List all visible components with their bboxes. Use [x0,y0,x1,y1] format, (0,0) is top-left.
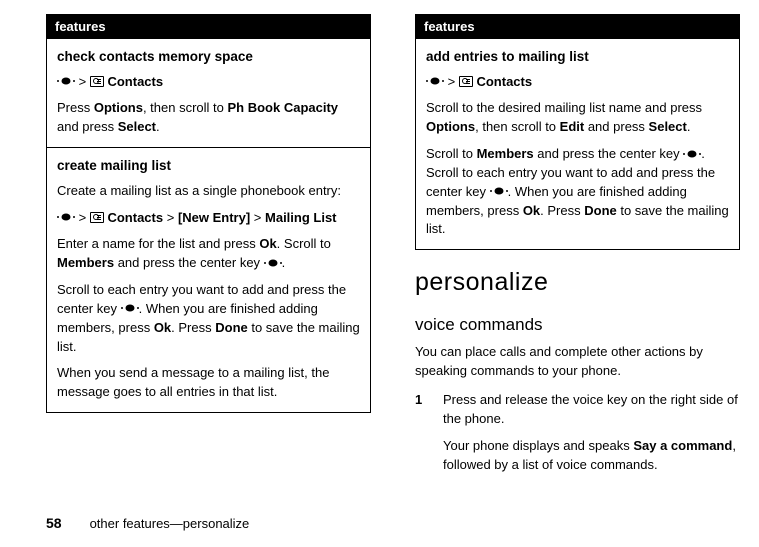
row-create-mailing-list: create mailing list Create a mailing lis… [47,147,370,412]
right-column: features add entries to mailing list > C… [415,14,740,515]
center-key-icon [57,76,75,86]
center-key-icon [121,303,139,313]
instruction-text: Scroll to each entry you want to add and… [57,281,360,356]
left-column: features check contacts memory space > C… [46,14,371,515]
subsection-heading: voice commands [415,315,740,335]
step-1: 1 Press and release the voice key on the… [415,391,740,474]
instruction-text: When you send a message to a mailing lis… [57,364,360,402]
instruction-text: Enter a name for the list and press Ok. … [57,235,360,273]
instruction-text: Scroll to the desired mailing list name … [426,99,729,137]
contacts-icon [459,76,473,87]
center-key-icon [490,186,508,196]
row-title: create mailing list [57,156,360,176]
intro-text: Create a mailing list as a single phoneb… [57,182,360,201]
row-title: add entries to mailing list [426,47,729,67]
step-number: 1 [415,391,443,474]
row-check-contacts-memory: check contacts memory space > Contacts P… [47,38,370,147]
nav-path: > Contacts > [New Entry] > Mailing List [57,209,360,228]
contacts-icon [90,76,104,87]
nav-path: > Contacts [426,73,729,92]
section-heading: personalize [415,268,740,297]
row-add-entries-mailing-list: add entries to mailing list > Contacts S… [416,38,739,249]
features-table-right: features add entries to mailing list > C… [415,14,740,250]
step-sub: Your phone displays and speaks Say a com… [443,437,740,475]
row-title: check contacts memory space [57,47,360,67]
instruction-text: Scroll to Members and press the center k… [426,145,729,239]
footer-text: other features—personalize [90,516,250,531]
center-key-icon [426,76,444,86]
instruction-text: Press Options, then scroll to Ph Book Ca… [57,99,360,137]
center-key-icon [683,149,701,159]
nav-path: > Contacts [57,73,360,92]
features-table-left: features check contacts memory space > C… [46,14,371,413]
center-key-icon [264,258,282,268]
page-number: 58 [46,515,62,531]
step-body: Press and release the voice key on the r… [443,391,740,474]
table-header: features [416,15,739,38]
center-key-icon [57,212,75,222]
table-header: features [47,15,370,38]
page-footer: 58 other features—personalize [0,515,759,547]
contacts-icon [90,212,104,223]
intro-text: You can place calls and complete other a… [415,343,740,381]
